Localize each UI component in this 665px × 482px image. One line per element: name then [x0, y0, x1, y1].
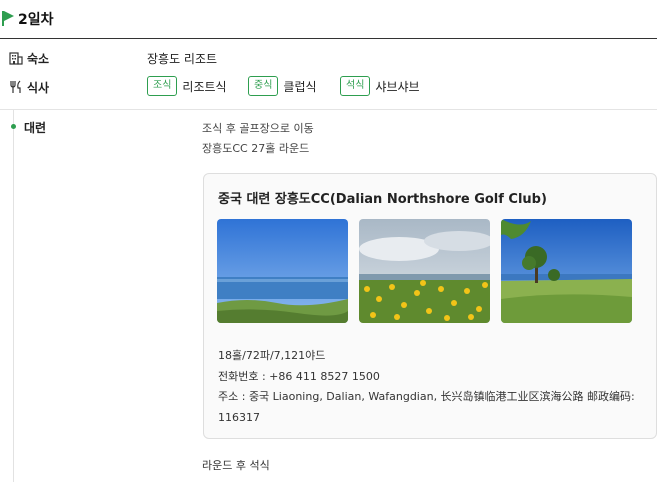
meal-badge: 석식 — [340, 76, 371, 96]
accommodation-value: 장흥도 리조트 — [147, 52, 218, 66]
address-postal-code: 116317 — [218, 411, 260, 424]
meals-label: 식사 — [27, 81, 50, 95]
meals-row: 식사 조식 리조트식 중식 클럽식 석식 샤브샤브 — [0, 75, 657, 99]
city-label: 대련 — [24, 121, 47, 135]
meal-text: 클럽식 — [283, 79, 317, 94]
day-header: 2일차 — [0, 0, 657, 39]
meal-lunch: 중식 클럽식 — [248, 75, 317, 97]
day-info-section: 숙소 장흥도 리조트 식사 조식 리조트식 중식 클럽식 석식 샤브샤브 — [0, 40, 657, 110]
address-line: 주소 : 중국 Liaoning, Dalian, Wafangdian, 长兴… — [218, 390, 635, 403]
phone-number[interactable]: 전화번호 : +86 411 8527 1500 — [218, 369, 380, 385]
day-title: 2일차 — [18, 12, 54, 28]
timeline-dot — [11, 124, 16, 129]
plan-line: 조식 후 골프장으로 이동 — [202, 122, 314, 135]
accommodation-label: 숙소 — [27, 52, 50, 66]
golf-photo-tree[interactable] — [501, 219, 632, 323]
golf-photo-flowers[interactable] — [359, 219, 490, 323]
meal-text: 리조트식 — [182, 79, 227, 94]
meal-breakfast: 조식 리조트식 — [147, 75, 227, 97]
meal-text: 샤브샤브 — [375, 79, 420, 94]
accommodation-row: 숙소 장흥도 리조트 — [0, 46, 657, 70]
meal-badge: 조식 — [147, 76, 178, 96]
meal-badge: 중식 — [248, 76, 279, 96]
plan-line: 장흥도CC 27홀 라운드 — [202, 142, 310, 155]
after-round-text: 라운드 후 석식 — [202, 459, 270, 472]
fork-knife-icon — [10, 80, 21, 93]
timeline-line — [13, 110, 14, 482]
building-icon — [9, 52, 23, 65]
flag-icon — [2, 11, 14, 26]
meal-dinner: 석식 샤브샤브 — [340, 75, 420, 97]
course-info: 18홀/72파/7,121야드 — [218, 349, 326, 362]
golf-club-title: 중국 대련 장흥도CC(Dalian Northshore Golf Club) — [218, 192, 547, 207]
golf-photo-sea[interactable] — [217, 219, 348, 323]
golf-club-card[interactable]: 중국 대련 장흥도CC(Dalian Northshore Golf Club) — [203, 173, 657, 439]
